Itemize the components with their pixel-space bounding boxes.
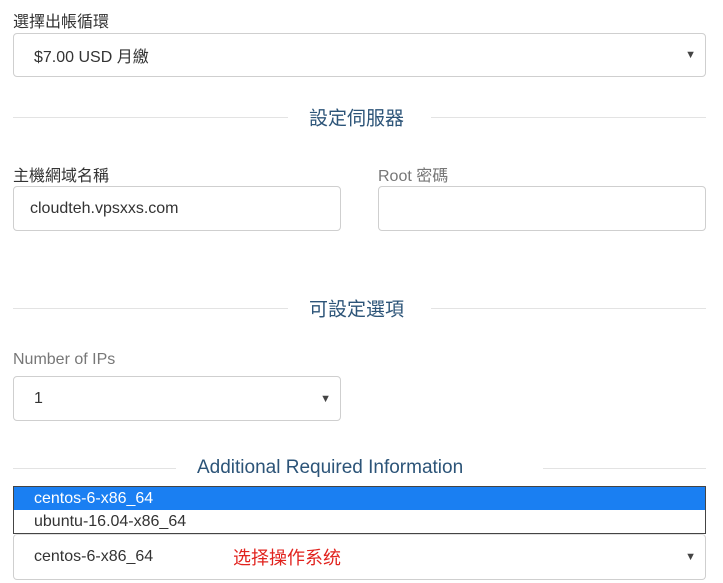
number-of-ips-label: Number of IPs xyxy=(13,351,116,368)
number-of-ips-select[interactable]: 1 ▼ xyxy=(13,376,341,421)
caret-down-icon: ▼ xyxy=(685,49,696,61)
os-select-value: centos-6-x86_64 xyxy=(34,548,154,565)
number-of-ips-value: 1 xyxy=(34,389,43,407)
divider-left xyxy=(13,117,288,118)
hostname-input[interactable]: cloudteh.vpsxxs.com xyxy=(13,186,341,231)
divider-right xyxy=(543,468,706,469)
billing-cycle-select[interactable]: $7.00 USD 月繳 ▼ xyxy=(13,33,706,77)
billing-cycle-value: $7.00 USD 月繳 xyxy=(34,49,149,66)
divider-right xyxy=(431,308,706,309)
section-configurable-options: 可設定選項 xyxy=(13,293,706,323)
caret-down-icon: ▼ xyxy=(320,392,331,405)
root-password-input[interactable] xyxy=(378,186,706,231)
os-select[interactable]: centos-6-x86_64 ▼ xyxy=(13,534,706,580)
os-option-centos[interactable]: centos-6-x86_64 xyxy=(14,487,705,510)
os-dropdown-list[interactable]: centos-6-x86_64 ubuntu-16.04-x86_64 xyxy=(13,486,706,534)
section-additional-info: Additional Required Information xyxy=(13,453,706,483)
section-title-configurable-options: 可設定選項 xyxy=(309,299,405,321)
os-annotation-text: 选择操作系统 xyxy=(233,548,341,568)
divider-left xyxy=(13,468,176,469)
section-title-additional-info: Additional Required Information xyxy=(197,457,464,478)
divider-left xyxy=(13,308,288,309)
hostname-value: cloudteh.vpsxxs.com xyxy=(30,199,179,217)
section-title-configure-server: 設定伺服器 xyxy=(309,108,405,130)
root-password-label: Root 密碼 xyxy=(378,168,449,185)
billing-cycle-label: 選擇出帳循環 xyxy=(13,14,110,31)
section-configure-server: 設定伺服器 xyxy=(13,102,706,132)
os-option-ubuntu[interactable]: ubuntu-16.04-x86_64 xyxy=(14,510,705,533)
caret-down-icon: ▼ xyxy=(685,551,696,563)
hostname-label: 主機網域名稱 xyxy=(13,168,110,185)
divider-right xyxy=(431,117,706,118)
